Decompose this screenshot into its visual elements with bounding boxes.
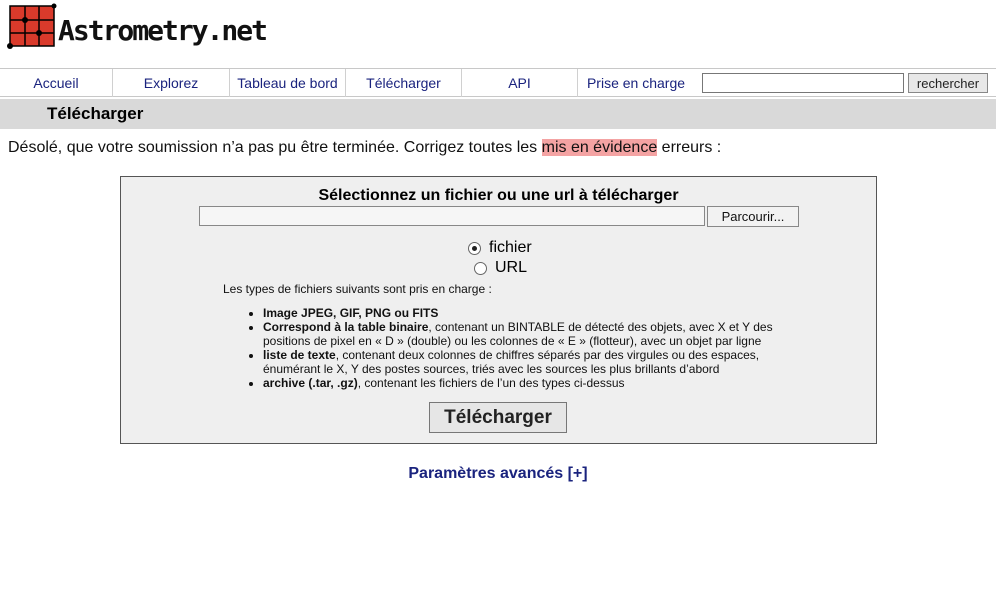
astrometry-logo-icon[interactable] [6,2,58,50]
radio-url-control[interactable] [474,261,487,275]
site-header: Astrometry.net [0,0,996,68]
nav-item-explorez[interactable]: Explorez [113,69,230,97]
error-highlight: mis en évidence [541,139,658,156]
site-logo-text[interactable]: Astrometry.net [58,14,268,47]
search-button[interactable]: rechercher [908,73,988,93]
search-input[interactable] [702,73,904,93]
radio-option-fichier[interactable]: fichier [468,239,532,257]
radio-fichier-label: fichier [489,239,532,256]
page-title: Télécharger [47,104,144,123]
file-type-name: Image JPEG, GIF, PNG ou FITS [263,306,439,320]
radio-fichier-control[interactable] [468,241,481,255]
nav-item-prise-en-charge[interactable]: Prise en charge [578,69,694,97]
upload-heading: Sélectionnez un fichier ou une url à tél… [318,187,679,204]
nav-item-tableau-de-bord[interactable]: Tableau de bord [230,69,346,97]
nav-item-telecharger[interactable]: Télécharger [346,69,462,97]
list-item: archive (.tar, .gz), contenant les fichi… [263,376,805,390]
file-type-name: Correspond à la table binaire [263,320,429,334]
browse-button[interactable]: Parcourir... [707,206,799,227]
radio-option-url[interactable]: URL [474,259,527,277]
nav-item-accueil[interactable]: Accueil [0,69,113,97]
list-item: liste de texte, contenant deux colonnes … [263,348,805,376]
file-type-name: liste de texte [263,348,336,362]
upload-submit-button[interactable]: Télécharger [429,402,567,433]
upload-panel: Sélectionnez un fichier ou une url à tél… [120,176,877,444]
error-message: Désolé, que votre soumission n’a pas pu … [8,139,721,157]
section-title-bar: Télécharger [0,99,996,129]
list-item: Image JPEG, GIF, PNG ou FITS [263,306,805,320]
radio-url-label: URL [495,259,528,276]
file-type-desc: , contenant deux colonnes de chiffres sé… [263,348,760,376]
file-types-intro: Les types de fichiers suivants sont pris… [223,282,492,296]
file-types-list: Image JPEG, GIF, PNG ou FITS Correspond … [245,306,805,390]
file-type-desc: , contenant les fichiers de l’un des typ… [357,376,625,390]
advanced-settings-link[interactable]: Paramètres avancés [+] [0,465,996,483]
list-item: Correspond à la table binaire, contenant… [263,320,805,348]
error-text-after: erreurs : [657,139,722,156]
main-nav: Accueil Explorez Tableau de bord Télécha… [0,68,996,97]
error-text-before: Désolé, que votre soumission n’a pas pu … [8,139,542,156]
nav-item-api[interactable]: API [462,69,578,97]
file-path-field[interactable] [199,206,705,226]
file-type-name: archive (.tar, .gz) [263,376,358,390]
